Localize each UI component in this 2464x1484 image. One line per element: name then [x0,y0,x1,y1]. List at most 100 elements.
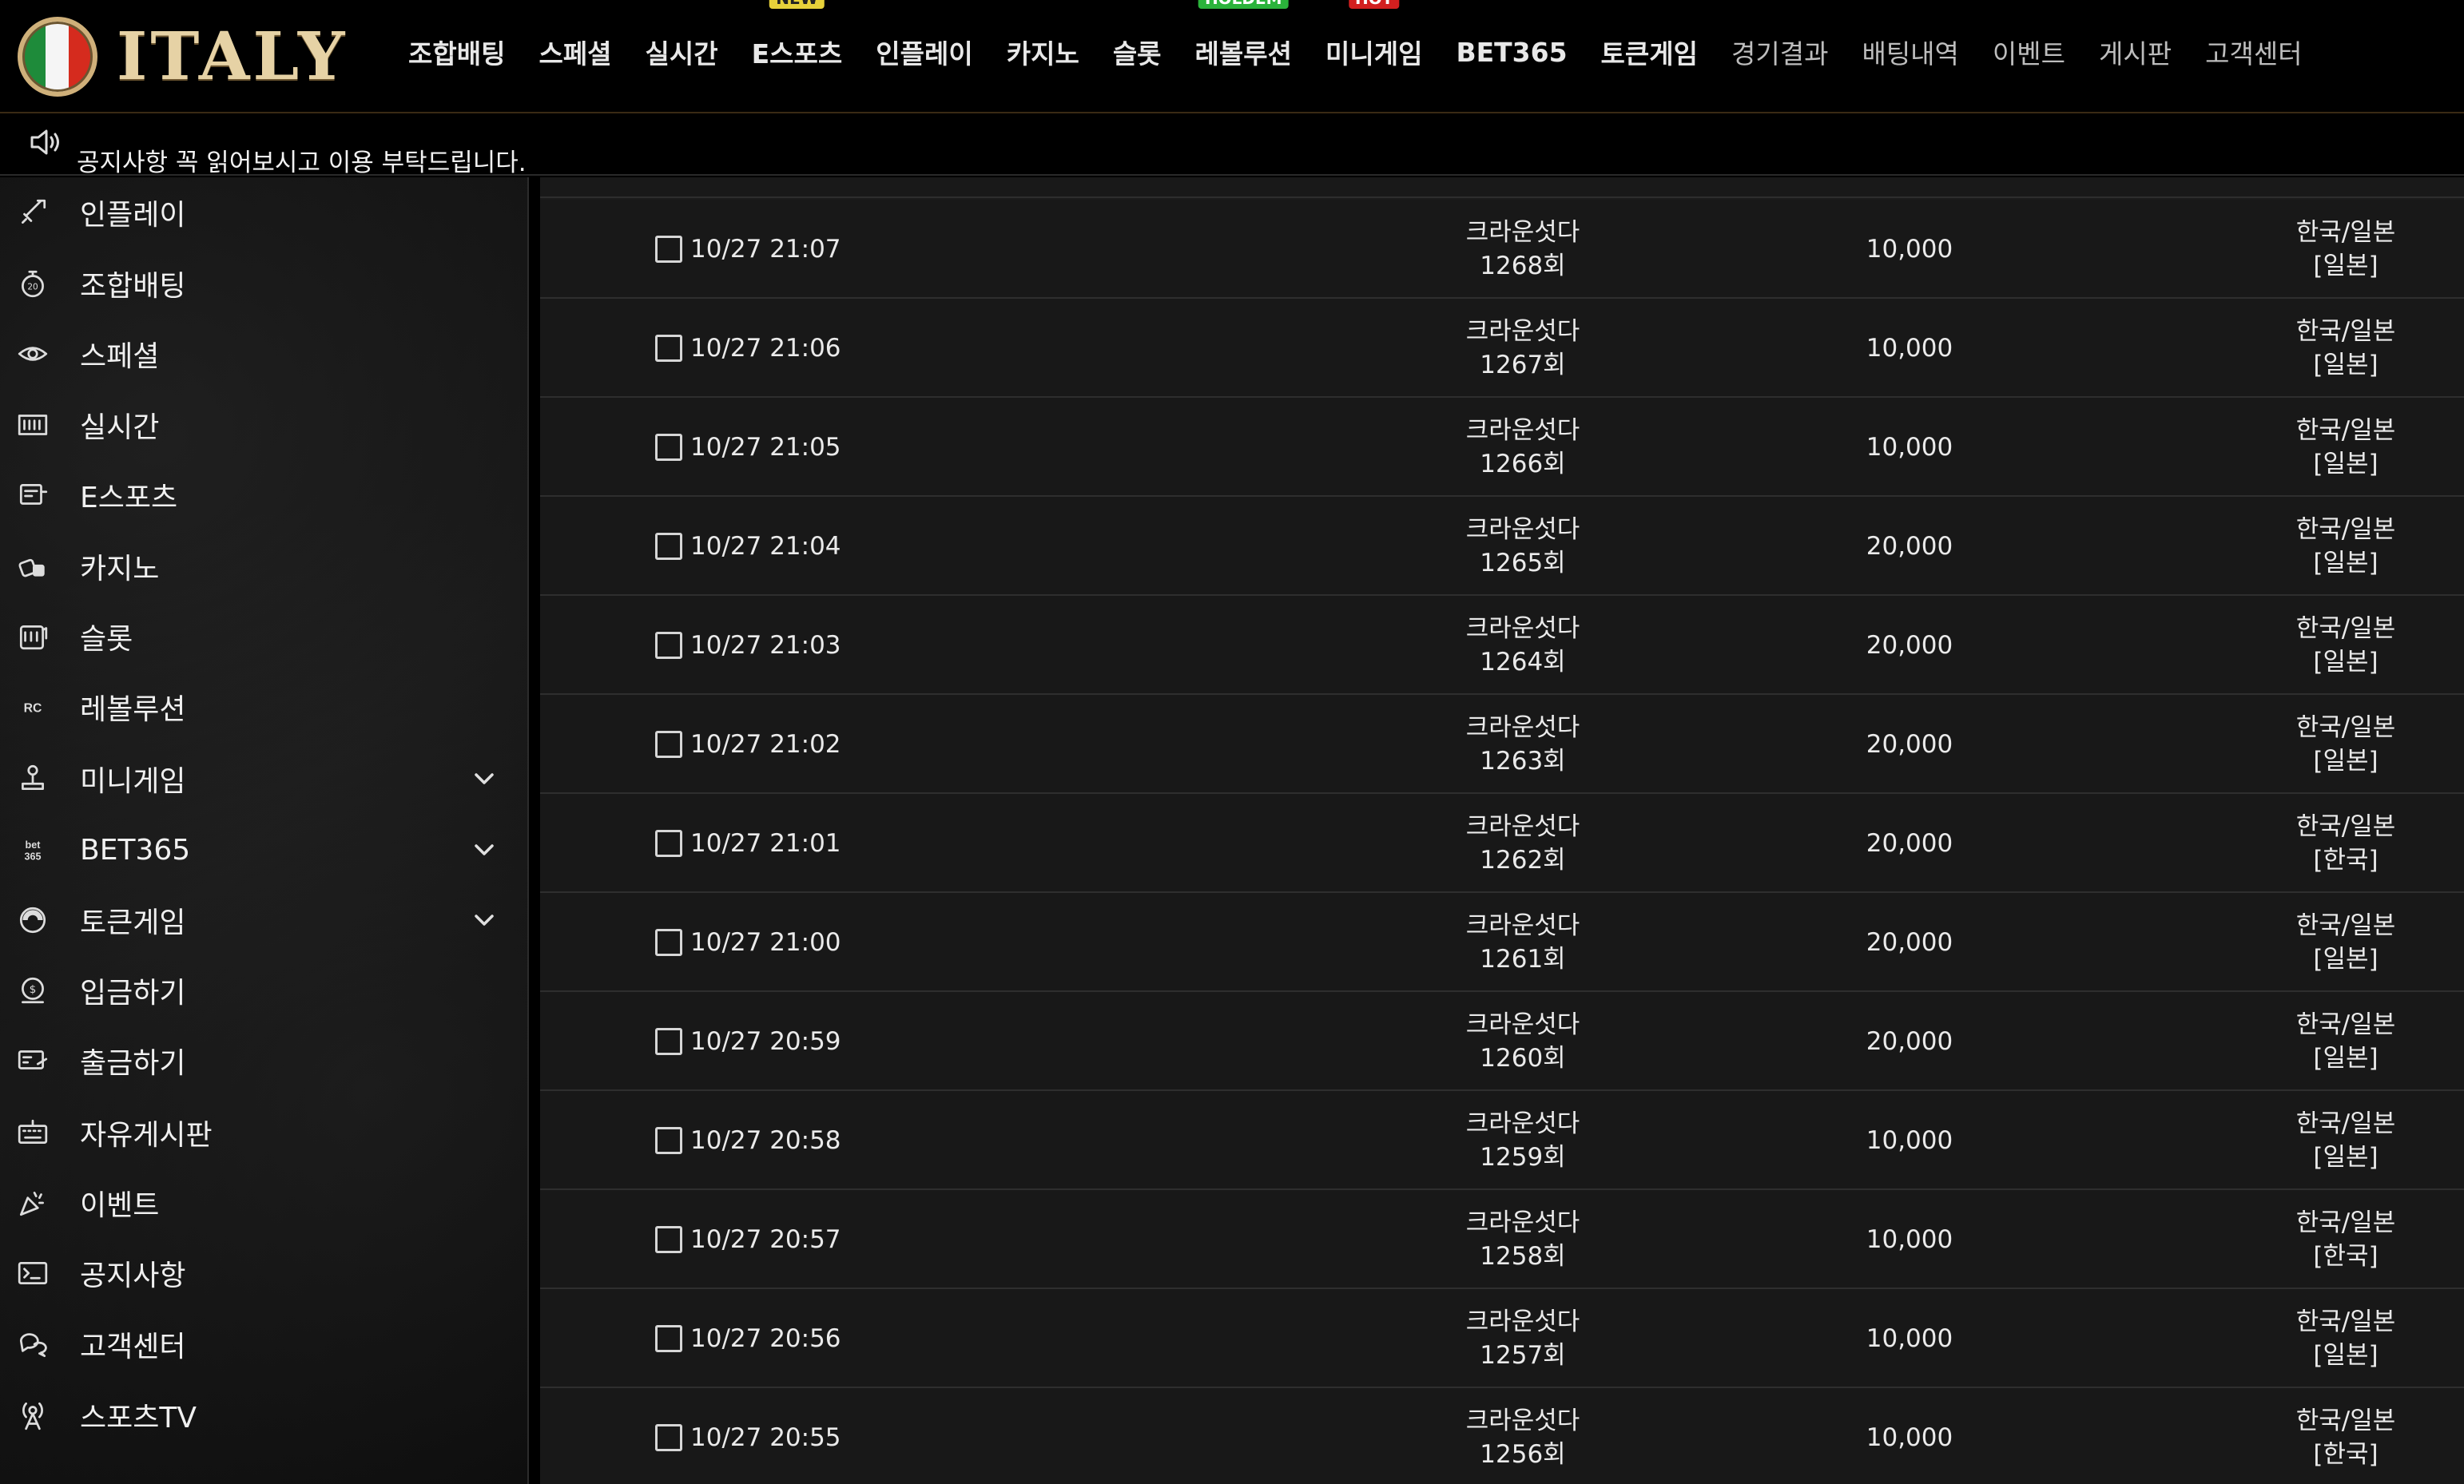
sidebar-item-label: E스포츠 [80,482,178,514]
row-checkbox[interactable] [655,731,682,758]
nav-item-7[interactable]: 레볼루션 HOLDEM [1194,0,1292,71]
table-row: 10/27 21:01크라운섯다1262회20,000한국/일본[한국]미당첨 [540,794,2464,893]
pick-selection: [한국] [2313,1440,2379,1469]
nav-item-13[interactable]: 이벤트 [1993,33,2065,71]
chevron-down-icon[interactable] [470,764,499,793]
sidebar-item-5[interactable]: 카지노 [0,534,529,598]
row-checkbox[interactable] [655,533,682,560]
antenna-icon [14,1397,51,1434]
bet-amount: 20,000 [1866,532,1953,561]
sidebar-item-label: 입금하기 [80,977,186,1010]
nav-item-15[interactable]: 고객센터 [2205,33,2302,71]
bet-time: 10/27 20:56 [690,1324,841,1353]
sidebar-item-0[interactable]: 인플레이 [0,181,529,244]
game-cell: 크라운섯다 1268회 [1379,200,1667,299]
svg-text:365: 365 [24,851,41,863]
row-checkbox[interactable] [655,632,682,659]
nav-item-4[interactable]: 인플레이 [876,33,972,71]
row-checkbox[interactable] [655,929,682,956]
sidebar-item-label: 자유게시판 [80,1119,213,1152]
chevron-down-icon[interactable] [470,906,499,934]
site-logo[interactable]: ITALY [18,10,348,104]
sidebar-item-4[interactable]: E스포츠 [0,463,529,527]
bet-time: 10/27 21:03 [690,631,841,660]
pick-cell: 한국/일본 [한국] [2202,794,2464,893]
pick-selection: [일본] [2313,945,2379,974]
pick-cell: 한국/일본 [일본] [2202,200,2464,299]
row-checkbox[interactable] [655,434,682,461]
joystick-icon [14,760,51,797]
pick-market: 한국/일본 [2295,713,2396,742]
sidebar-item-7[interactable]: RC 레볼루션 [0,675,529,739]
sidebar-item-9[interactable]: bet 365 BET365 [0,818,529,882]
nav-item-9[interactable]: BET365 [1456,37,1567,68]
game-round: 1262회 [1480,846,1566,875]
notice-text: 공지사항 꼭 읽어보시고 이용 부탁드립니다. [77,149,527,176]
betting-history-table: 10/27 21:07크라운섯다1268회10,000한국/일본[일본]미당첨1… [540,177,2464,1484]
game-name: 크라운섯다 [1465,1109,1580,1138]
sidebar-item-17[interactable]: 스포츠TV [0,1383,529,1447]
game-round: 1264회 [1480,648,1566,677]
table-row: 10/27 20:55크라운섯다1256회10,000한국/일본[한국]당첨 [540,1388,2464,1484]
sidebar-item-label: 스페셜 [80,340,160,373]
row-checkbox[interactable] [655,1325,682,1352]
row-checkbox[interactable] [655,1127,682,1154]
sidebar-item-14[interactable]: 이벤트 [0,1171,529,1235]
game-cell: 크라운섯다 1266회 [1379,398,1667,497]
game-cell: 크라운섯다 1257회 [1379,1289,1667,1388]
game-cell: 크라운섯다 1263회 [1379,695,1667,794]
sidebar-item-16[interactable]: 고객센터 [0,1312,529,1376]
nav-item-8[interactable]: 미니게임 HOT [1325,0,1422,71]
row-checkbox[interactable] [655,830,682,857]
bet-time: 10/27 21:02 [690,730,841,759]
token-icon [14,902,51,938]
nav-item-label: 레볼루션 [1194,38,1292,69]
nav-item-14[interactable]: 게시판 [2099,33,2172,71]
game-round: 1265회 [1480,549,1566,577]
nav-item-0[interactable]: 조합배팅 [408,33,505,71]
row-checkbox[interactable] [655,335,682,362]
bet-time: 10/27 21:06 [690,334,841,363]
row-checkbox[interactable] [655,1424,682,1451]
logo-text: ITALY [117,18,348,95]
bet-time-cell: 10/27 21:07 [655,200,919,299]
pick-market: 한국/일본 [2295,218,2396,247]
bet-time-cell: 10/27 20:56 [655,1289,919,1388]
pick-cell: 한국/일본 [일본] [2202,893,2464,992]
nav-item-11[interactable]: 경기결과 [1731,33,1828,71]
table-row: 10/27 21:03크라운섯다1264회20,000한국/일본[일본]당첨 [540,596,2464,695]
game-name: 크라운섯다 [1465,1407,1580,1435]
sidebar-item-8[interactable]: 미니게임 [0,747,529,811]
monitor-icon [14,477,51,514]
pick-cell: 한국/일본 [한국] [2202,1388,2464,1484]
nav-item-6[interactable]: 슬롯 [1113,33,1162,71]
bet-time-cell: 10/27 21:05 [655,398,919,497]
sidebar-item-3[interactable]: 실시간 [0,393,529,457]
row-checkbox[interactable] [655,236,682,263]
sidebar-item-11[interactable]: $ 입금하기 [0,958,529,1022]
sidebar-item-15[interactable]: 공지사항 [0,1241,529,1305]
nav-item-2[interactable]: 실시간 [646,33,718,71]
game-cell: 크라운섯다 1259회 [1379,1091,1667,1190]
nav-item-1[interactable]: 스페셜 [539,33,611,71]
nav-item-10[interactable]: 토큰게임 [1601,33,1698,71]
sidebar-item-12[interactable]: 출금하기 [0,1029,529,1093]
sidebar-item-2[interactable]: 스페셜 [0,322,529,386]
row-checkbox[interactable] [655,1028,682,1055]
sidebar-item-10[interactable]: 토큰게임 [0,888,529,952]
bet-amount: 10,000 [1866,1225,1953,1254]
sidebar-item-label: 출금하기 [80,1047,186,1080]
nav-item-5[interactable]: 카지노 [1007,33,1079,71]
nav-item-3[interactable]: E스포츠 NEW [752,0,842,71]
bet-time: 10/27 20:58 [690,1126,841,1155]
nav-item-12[interactable]: 배팅내역 [1862,33,1958,71]
bet-time-cell: 10/27 21:00 [655,893,919,992]
sidebar-item-1[interactable]: 20 조합배팅 [0,252,529,315]
sidebar-item-6[interactable]: 슬롯 [0,605,529,669]
bet-amount: 20,000 [1866,829,1953,858]
chevron-down-icon[interactable] [470,835,499,864]
game-name: 크라운섯다 [1465,911,1580,940]
sidebar-item-13[interactable]: 자유게시판 [0,1101,529,1165]
row-checkbox[interactable] [655,1226,682,1253]
sidebar: 인플레이 20 조합배팅스페셜실시간 E스포츠카지노슬롯 RC 레볼루션미니게임 bet 36… [0,177,529,1484]
